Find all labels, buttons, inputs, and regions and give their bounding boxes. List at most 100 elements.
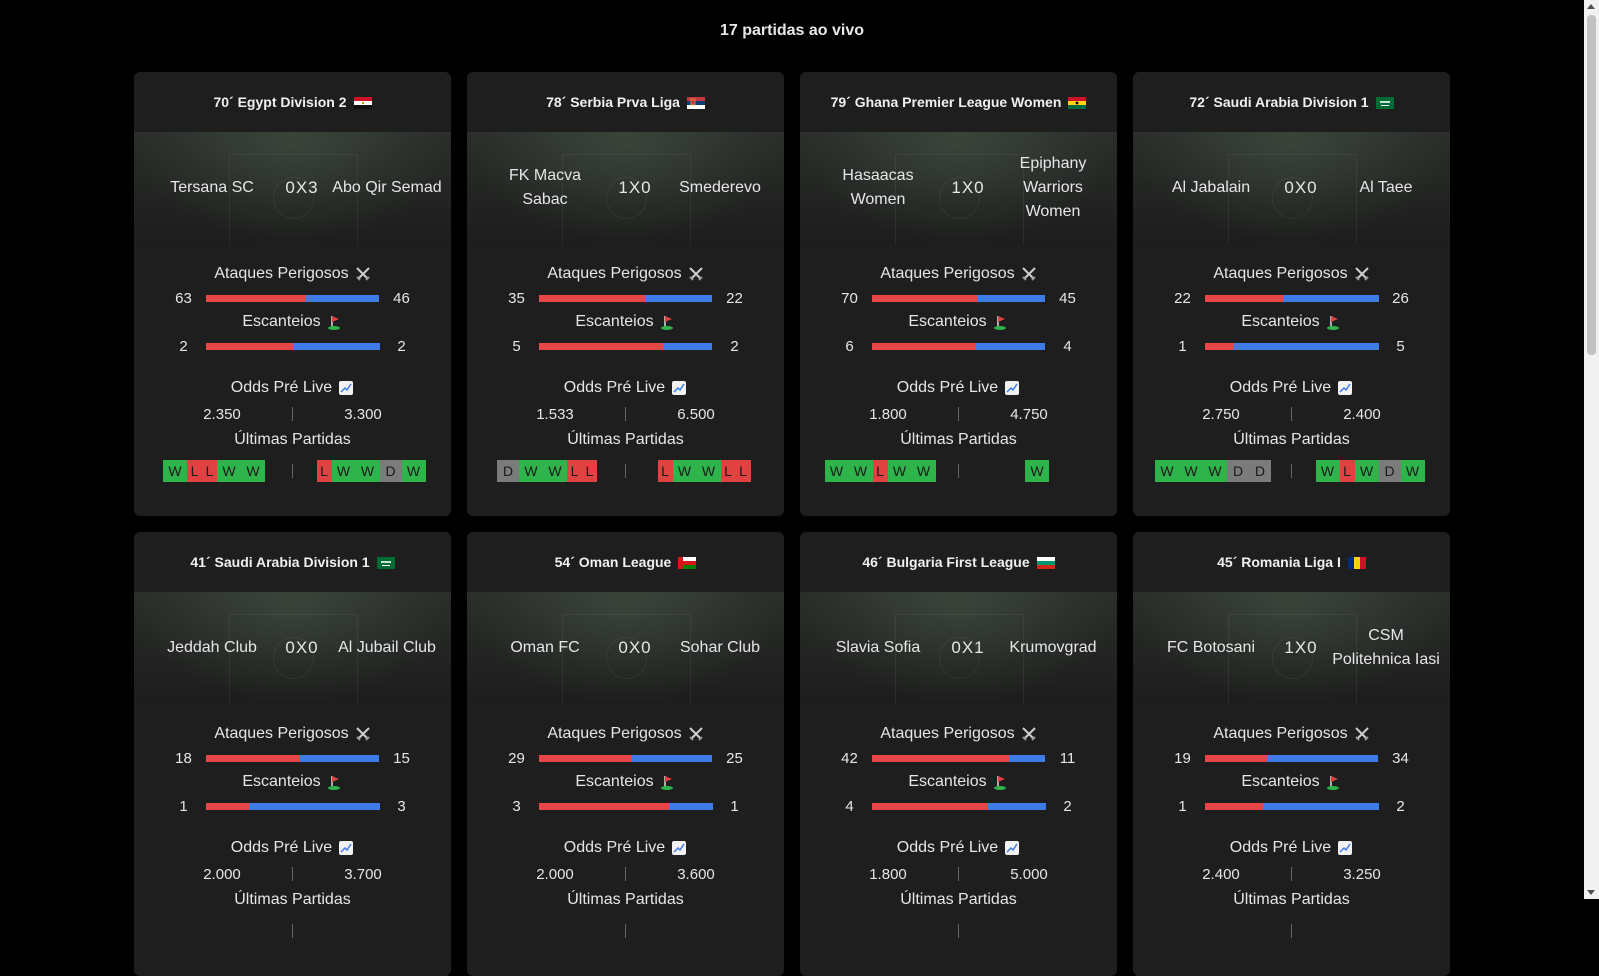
last-matches-title: Últimas Partidas — [1133, 888, 1450, 912]
home-corners: 4 — [845, 797, 854, 815]
last-matches-title: Últimas Partidas — [134, 428, 451, 452]
match-card-7[interactable]: 46´ Bulgaria First League Slavia Sofia 0… — [800, 532, 1117, 976]
crossed-swords-icon — [1021, 727, 1036, 741]
away-odd: 5.000 — [1010, 865, 1048, 883]
away-corners: 2 — [1063, 797, 1072, 815]
score: 0X1 — [951, 638, 985, 657]
form-result-badge: L — [202, 460, 217, 482]
home-attacks: 18 — [175, 749, 192, 767]
home-team: Al Jabalain — [1171, 179, 1251, 196]
form-result-badge: L — [582, 460, 597, 482]
form-result-badge: D — [1378, 460, 1401, 482]
last-matches-label: Últimas Partidas — [900, 891, 1017, 908]
attacks-row: 42 11 — [800, 746, 1117, 770]
corners-bar — [205, 342, 380, 350]
home-team: FC Botosani — [1166, 639, 1256, 656]
form-result-badge: W — [331, 460, 356, 482]
last-matches-title: Últimas Partidas — [467, 888, 784, 912]
home-form: WWWDD — [1143, 460, 1283, 482]
form-result-badge: L — [187, 460, 202, 482]
attacks-row: 22 26 — [1133, 286, 1450, 310]
card-header: 46´ Bulgaria First League — [800, 532, 1117, 592]
chart-up-icon — [672, 381, 687, 395]
page-title: 17 partidas ao vivo — [719, 22, 865, 39]
home-team: Jeddah Club — [167, 639, 257, 656]
away-attacks: 22 — [726, 289, 743, 307]
form-row: DWWLL LWWLL — [467, 456, 784, 486]
corner-flag-icon — [660, 316, 673, 330]
odds-row: 2.000 3.700 — [134, 860, 451, 888]
card-header: 70´ Egypt Division 2 — [134, 72, 451, 132]
country-flag-icon — [1068, 96, 1087, 109]
country-flag-icon — [686, 96, 705, 109]
vertical-scrollbar[interactable] — [1584, 0, 1599, 899]
match-grid: 70´ Egypt Division 2 Tersana SC 0X3 Abo … — [134, 72, 1450, 976]
crossed-swords-icon — [355, 267, 370, 281]
form-result-badge: W — [355, 460, 380, 482]
home-corners: 6 — [845, 337, 854, 355]
score-area: Jeddah Club 0X0 Al Jubail Club — [134, 592, 451, 705]
corners-bar — [1204, 342, 1379, 350]
match-card-5[interactable]: 41´ Saudi Arabia Division 1 Jeddah Club … — [134, 532, 451, 976]
away-team: Sohar Club — [679, 639, 761, 656]
form-divider — [625, 464, 626, 478]
form-row — [800, 916, 1117, 946]
match-card-6[interactable]: 54´ Oman League Oman FC 0X0 Sohar Club A… — [467, 532, 784, 976]
match-card-2[interactable]: 78´ Serbia Prva Liga FK Macva Sabac 1X0 … — [467, 72, 784, 516]
corners-bar — [205, 802, 380, 810]
odds-row: 2.400 3.250 — [1133, 860, 1450, 888]
card-header: 72´ Saudi Arabia Division 1 — [1133, 72, 1450, 132]
form-row: WLLWW LWWDW — [134, 456, 451, 486]
attacks-title: Ataques Perigosos — [800, 262, 1117, 286]
score: 1X0 — [951, 178, 985, 197]
away-corners: 2 — [730, 337, 739, 355]
score: 0X0 — [285, 638, 319, 657]
corner-flag-icon — [327, 776, 340, 790]
form-result-badge: W — [1203, 460, 1227, 482]
home-odd: 2.750 — [1202, 405, 1240, 423]
corners-bar — [538, 802, 713, 810]
attacks-bar — [538, 294, 713, 302]
minute-league: 41´ Saudi Arabia Division 1 — [190, 554, 370, 570]
corners-label: Escanteios — [242, 313, 321, 330]
scrollbar-thumb[interactable] — [1587, 15, 1596, 355]
last-matches-title: Últimas Partidas — [800, 428, 1117, 452]
home-corners: 5 — [512, 337, 521, 355]
form-divider — [1291, 464, 1292, 478]
chart-up-icon — [1005, 381, 1020, 395]
attacks-title: Ataques Perigosos — [467, 722, 784, 746]
form-divider — [958, 924, 959, 938]
corners-label: Escanteios — [242, 773, 321, 790]
last-matches-label: Últimas Partidas — [1233, 891, 1350, 908]
corner-flag-icon — [993, 316, 1006, 330]
match-card-1[interactable]: 70´ Egypt Division 2 Tersana SC 0X3 Abo … — [134, 72, 451, 516]
attacks-bar — [871, 294, 1046, 302]
form-result-badge: W — [1155, 460, 1179, 482]
home-form: DWWLL — [477, 460, 617, 482]
match-card-4[interactable]: 72´ Saudi Arabia Division 1 Al Jabalain … — [1133, 72, 1450, 516]
scroll-down-arrow-icon[interactable] — [1587, 890, 1595, 895]
odds-row: 2.000 3.600 — [467, 860, 784, 888]
corners-label: Escanteios — [575, 313, 654, 330]
odds-title: Odds Pré Live — [467, 836, 784, 860]
last-matches-label: Últimas Partidas — [1233, 431, 1350, 448]
odds-title: Odds Pré Live — [134, 836, 451, 860]
attacks-bar — [871, 754, 1046, 762]
card-header: 45´ Romania Liga I — [1133, 532, 1450, 592]
corners-bar — [871, 342, 1046, 350]
corners-title: Escanteios — [1133, 770, 1450, 794]
attacks-bar — [205, 294, 380, 302]
match-card-8[interactable]: 45´ Romania Liga I FC Botosani 1X0 CSM P… — [1133, 532, 1450, 976]
corners-row: 5 2 — [467, 334, 784, 358]
form-result-badge: L — [657, 460, 673, 482]
attacks-label: Ataques Perigosos — [1213, 265, 1348, 282]
home-team: Oman FC — [510, 639, 580, 656]
last-matches-label: Últimas Partidas — [567, 891, 684, 908]
form-row — [134, 916, 451, 946]
minute-league: 70´ Egypt Division 2 — [213, 94, 347, 110]
scroll-up-arrow-icon[interactable] — [1587, 4, 1595, 9]
form-result-badge: L — [720, 460, 736, 482]
last-matches-label: Últimas Partidas — [567, 431, 684, 448]
away-odd: 6.500 — [677, 405, 715, 423]
match-card-3[interactable]: 79´ Ghana Premier League Women Hasaacas … — [800, 72, 1117, 516]
